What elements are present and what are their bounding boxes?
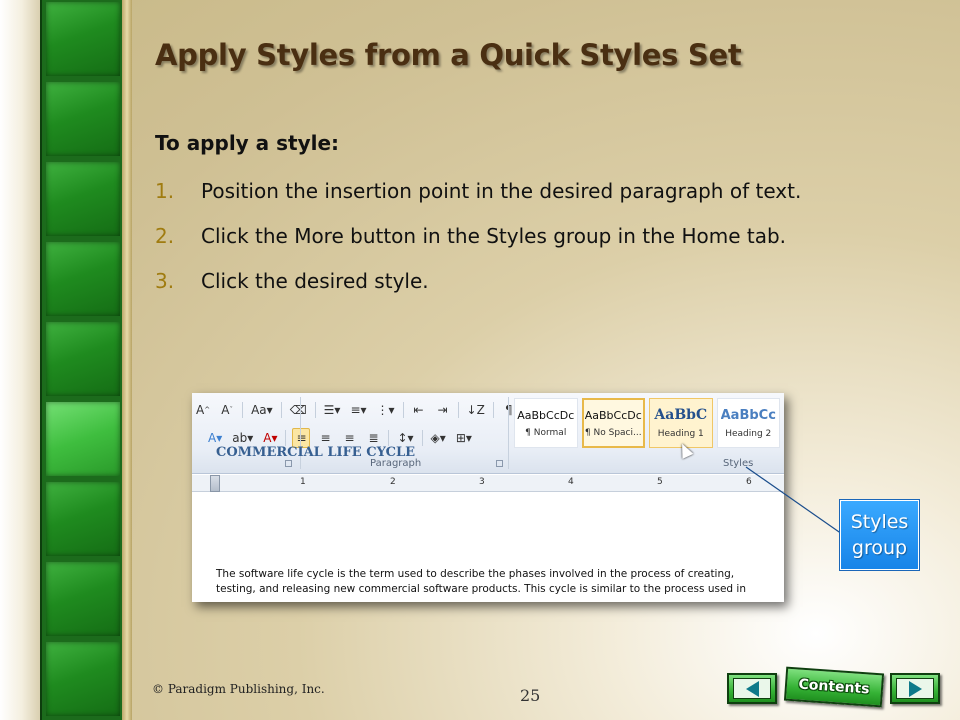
step-item: 1. Position the insertion point in the d… xyxy=(155,175,885,208)
ribbon-row-top: A^ Aˇ Aa▾ ⌫ ☰▾ ≡▾ ⋮▾ ⇤ ⇥ ↓Z ¶ xyxy=(194,400,518,420)
style-name: Heading 1 xyxy=(657,429,704,439)
separator xyxy=(402,402,404,418)
style-name: ¶ Normal xyxy=(525,427,567,438)
green-tile xyxy=(46,562,120,636)
style-tile-heading-2[interactable]: AaBbCc Heading 2 xyxy=(716,398,781,448)
green-tile xyxy=(46,82,120,156)
green-tile xyxy=(46,482,120,556)
ribbon: A^ Aˇ Aa▾ ⌫ ☰▾ ≡▾ ⋮▾ ⇤ ⇥ ↓Z ¶ A▾ ab▾ A▾ … xyxy=(192,393,784,474)
ruler: 1 2 3 4 5 6 xyxy=(192,475,784,492)
separator xyxy=(388,430,390,446)
clear-formatting-icon[interactable]: ⌫ xyxy=(288,400,309,420)
step-number: 1. xyxy=(155,179,175,203)
ruler-number: 2 xyxy=(390,477,396,487)
decrease-indent-icon[interactable]: ⇤ xyxy=(410,400,428,420)
page-number: 25 xyxy=(520,686,541,705)
change-case-icon[interactable]: Aa▾ xyxy=(249,400,275,420)
green-tile-highlight xyxy=(46,402,120,476)
ruler-number: 6 xyxy=(746,477,752,487)
copyright-footer: © Paradigm Publishing, Inc. xyxy=(152,682,325,696)
ruler-number: 1 xyxy=(300,477,306,487)
separator xyxy=(285,430,287,446)
next-slide-button[interactable] xyxy=(890,673,940,704)
style-name: Heading 2 xyxy=(725,428,772,439)
green-tile xyxy=(46,162,120,236)
indent-marker[interactable] xyxy=(210,475,220,492)
callout-line-1: Styles xyxy=(850,511,909,533)
style-tile-heading-1[interactable]: AaBbC Heading 1 xyxy=(649,398,713,448)
style-name: ¶ No Spaci... xyxy=(584,427,642,438)
contents-button-label: Contents xyxy=(797,676,870,698)
step-number: 3. xyxy=(155,269,175,293)
separator xyxy=(421,430,423,446)
style-sample: AaBbC xyxy=(654,407,708,423)
instructions-subheading: To apply a style: xyxy=(155,131,340,155)
increase-indent-icon[interactable]: ⇥ xyxy=(434,400,452,420)
ruler-number: 4 xyxy=(568,477,574,487)
step-item: 2. Click the More button in the Styles g… xyxy=(155,220,885,253)
contents-button[interactable]: Contents xyxy=(783,666,885,708)
style-sample: AaBbCc xyxy=(720,407,776,423)
green-tile xyxy=(46,642,120,716)
style-sample: AaBbCcDc xyxy=(584,408,642,422)
separator xyxy=(457,402,459,418)
previous-arrow-frame xyxy=(733,678,771,699)
paragraph-dialog-launcher-icon[interactable] xyxy=(496,460,503,467)
multilevel-list-icon[interactable]: ⋮▾ xyxy=(375,400,397,420)
sort-icon[interactable]: ↓Z xyxy=(465,400,487,420)
green-tile xyxy=(46,2,120,76)
slide-title: Apply Styles from a Quick Styles Set xyxy=(155,38,742,72)
steps-list: 1. Position the insertion point in the d… xyxy=(155,175,885,310)
bullets-icon[interactable]: ☰▾ xyxy=(322,400,343,420)
right-arrow-icon xyxy=(908,680,922,697)
separator xyxy=(280,402,282,418)
callout-line-2: group xyxy=(851,537,908,559)
separator xyxy=(242,402,244,418)
green-tile-column xyxy=(40,0,122,720)
word-ribbon-screenshot: A^ Aˇ Aa▾ ⌫ ☰▾ ≡▾ ⋮▾ ⇤ ⇥ ↓Z ¶ A▾ ab▾ A▾ … xyxy=(192,393,784,602)
step-number: 2. xyxy=(155,224,175,248)
step-text: Position the insertion point in the desi… xyxy=(201,179,802,203)
ruler-number: 3 xyxy=(479,477,485,487)
document-heading: COMMERCIAL LIFE CYCLE xyxy=(216,445,416,460)
font-dialog-launcher-icon[interactable] xyxy=(285,460,292,467)
grow-font-icon[interactable]: A ^ xyxy=(194,400,212,420)
gold-divider-strip xyxy=(122,0,132,720)
previous-slide-button[interactable] xyxy=(727,673,777,704)
quick-styles-gallery: AaBbCcDc ¶ Normal AaBbCcDc ¶ No Spaci...… xyxy=(514,398,781,451)
next-arrow-frame xyxy=(896,678,934,699)
separator xyxy=(314,402,316,418)
left-arrow-icon xyxy=(745,680,759,697)
document-body-text: The software life cycle is the term used… xyxy=(216,568,746,595)
style-tile-normal[interactable]: AaBbCcDc ¶ Normal xyxy=(514,398,578,448)
callout-connector-line xyxy=(745,466,843,535)
style-tile-no-spacing[interactable]: AaBbCcDc ¶ No Spaci... xyxy=(581,398,646,448)
step-text: Click the More button in the Styles grou… xyxy=(201,224,787,248)
step-item: 3. Click the desired style. xyxy=(155,265,885,298)
green-tile xyxy=(46,322,120,396)
style-sample: AaBbCcDc xyxy=(517,408,575,422)
numbering-icon[interactable]: ≡▾ xyxy=(348,400,368,420)
left-decorative-fade xyxy=(0,0,40,720)
shrink-font-icon[interactable]: Aˇ xyxy=(218,400,236,420)
separator xyxy=(492,402,494,418)
styles-group-callout: Styles group xyxy=(840,500,919,570)
ruler-number: 5 xyxy=(657,477,663,487)
green-tile xyxy=(46,242,120,316)
step-text: Click the desired style. xyxy=(201,269,429,293)
